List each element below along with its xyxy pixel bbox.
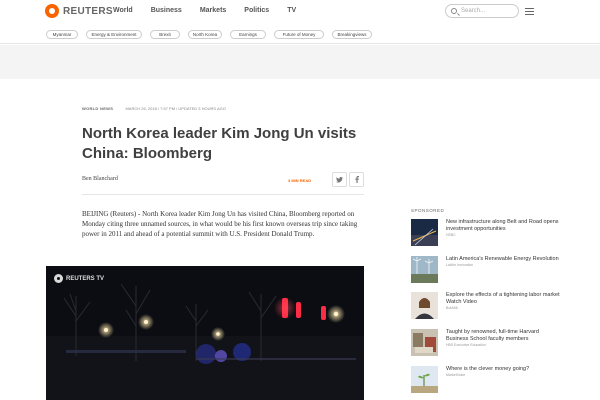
- article-body: BEIJING (Reuters) - North Korea leader K…: [82, 210, 358, 238]
- sponsored-source: LatAm Innovation: [446, 263, 474, 267]
- article-meta: WORLD NEWS MARCH 26, 2018 / 7:57 PM / UP…: [82, 106, 226, 111]
- article-date: MARCH 26, 2018 / 7:57 PM / UPDATED 3 HOU…: [125, 106, 226, 111]
- sponsored-source: BofAML: [446, 306, 459, 310]
- tag-north-korea[interactable]: North Korea: [188, 30, 222, 39]
- sponsored-title: Latin America's Renewable Energy Revolut…: [446, 256, 561, 268]
- nav-item-markets[interactable]: Markets: [200, 7, 226, 14]
- article-headline: North Korea leader Kim Jong Un visits Ch…: [82, 125, 357, 162]
- search-placeholder: Search...: [461, 8, 486, 14]
- article-byline[interactable]: Ben Blanchard: [82, 176, 118, 182]
- main-nav: World Business Markets Politics TV: [113, 7, 314, 14]
- sponsored-title: Explore the effects of a tightening labo…: [446, 292, 561, 311]
- sponsored-item[interactable]: Latin America's Renewable Energy Revolut…: [411, 256, 561, 286]
- sponsored-heading: SPONSORED: [411, 208, 445, 213]
- facebook-share-button[interactable]: [349, 172, 364, 187]
- divider: [82, 194, 364, 195]
- sponsored-thumbnail: [411, 292, 438, 319]
- sponsored-source: HSBC: [446, 233, 456, 237]
- article-section[interactable]: WORLD NEWS: [82, 106, 113, 111]
- sponsored-title: New infrastructure along Belt and Road o…: [446, 219, 561, 238]
- sponsored-thumbnail: [411, 366, 438, 393]
- sponsored-thumbnail: [411, 329, 438, 356]
- sponsored-title-text: New infrastructure along Belt and Road o…: [446, 219, 559, 232]
- facebook-icon: [354, 176, 359, 183]
- read-time: 3 MIN READ: [288, 178, 312, 183]
- brand-name: REUTERS: [63, 5, 113, 17]
- hamburger-menu-icon[interactable]: [525, 8, 534, 15]
- sponsored-title-text: Where is the clever money going?: [446, 366, 530, 372]
- reuters-logo[interactable]: REUTERS: [45, 4, 113, 18]
- twitter-icon: [336, 177, 343, 183]
- reuters-logo-icon: [45, 4, 59, 18]
- nav-item-tv[interactable]: TV: [287, 7, 296, 14]
- article-video[interactable]: REUTERS TV: [46, 266, 364, 400]
- sponsored-title-text: Latin America's Renewable Energy Revolut…: [446, 256, 559, 262]
- video-thumbnail: [46, 266, 364, 400]
- nav-item-politics[interactable]: Politics: [244, 7, 269, 14]
- sponsored-title: Where is the clever money going? MarketV…: [446, 366, 561, 378]
- tag-future-of-money[interactable]: Future of Money: [274, 30, 324, 39]
- video-watermark: REUTERS TV: [54, 274, 104, 283]
- topic-tags-bar: Myanmar Energy & Environment Brexit Nort…: [0, 24, 600, 44]
- reuters-tv-logo-icon: [54, 274, 63, 283]
- sponsored-item[interactable]: Taught by renowned, full-time Harvard Bu…: [411, 329, 561, 359]
- nav-item-world[interactable]: World: [113, 7, 133, 14]
- search-icon: [451, 8, 457, 14]
- ad-banner: [0, 45, 600, 79]
- sponsored-title-text: Taught by renowned, full-time Harvard Bu…: [446, 329, 539, 342]
- sponsored-title-text: Explore the effects of a tightening labo…: [446, 292, 560, 305]
- nav-item-business[interactable]: Business: [151, 7, 182, 14]
- sponsored-thumbnail: [411, 219, 438, 246]
- sponsored-item[interactable]: Explore the effects of a tightening labo…: [411, 292, 561, 322]
- sponsored-thumbnail: [411, 256, 438, 283]
- tag-earnings[interactable]: Earnings: [230, 30, 266, 39]
- twitter-share-button[interactable]: [332, 172, 347, 187]
- tag-breakingviews[interactable]: Breakingviews: [332, 30, 372, 39]
- search-input[interactable]: Search...: [445, 4, 519, 18]
- tag-myanmar[interactable]: Myanmar: [46, 30, 78, 39]
- sponsored-item[interactable]: New infrastructure along Belt and Road o…: [411, 219, 561, 249]
- tag-brexit[interactable]: Brexit: [150, 30, 180, 39]
- site-header: REUTERS World Business Markets Politics …: [0, 0, 600, 24]
- sponsored-source: HBS Executive Education: [446, 343, 486, 347]
- sponsored-title: Taught by renowned, full-time Harvard Bu…: [446, 329, 561, 348]
- sponsored-item[interactable]: Where is the clever money going? MarketV…: [411, 366, 561, 396]
- video-label: REUTERS TV: [66, 275, 105, 282]
- sponsored-source: MarketVoice: [446, 373, 466, 377]
- tag-energy-environment[interactable]: Energy & Environment: [86, 30, 142, 39]
